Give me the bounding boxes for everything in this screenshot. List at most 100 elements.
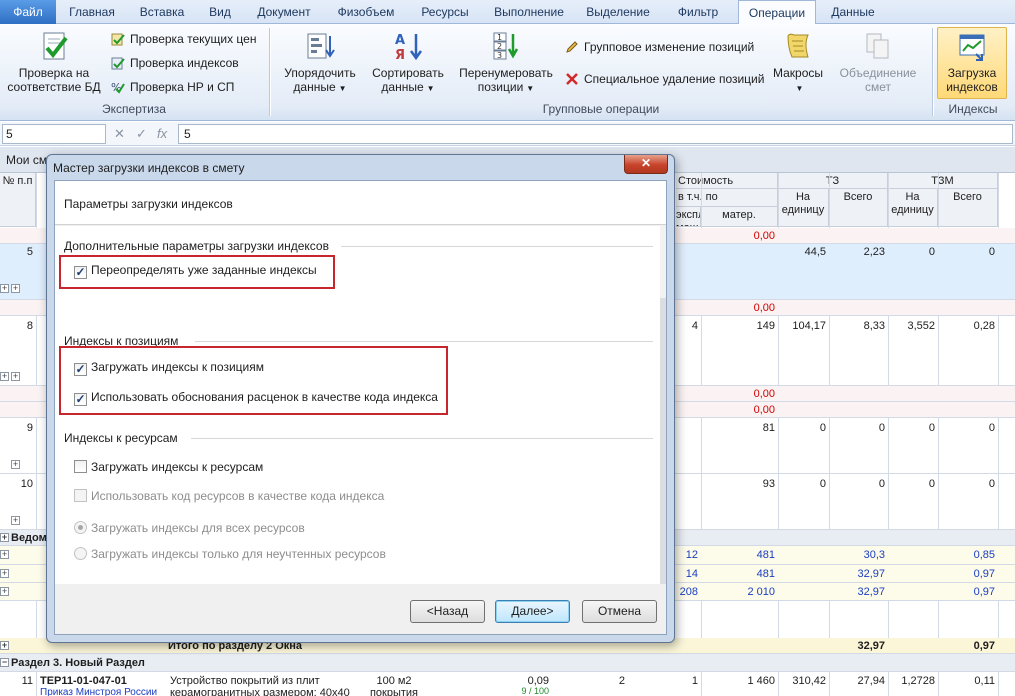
- expand-icon[interactable]: +: [0, 533, 9, 542]
- cell-t3-total: 32,97: [857, 640, 885, 652]
- back-button[interactable]: <Назад: [410, 600, 485, 623]
- radio-unaccounted-resources[interactable]: Загружать индексы только для неучтенных …: [74, 546, 386, 562]
- cell-t3m-unit: 1,2728: [901, 675, 935, 687]
- check-indexes-button[interactable]: Проверка индексов: [111, 54, 239, 72]
- cell-t3-total: 0: [878, 422, 885, 434]
- dropdown-arrow-icon: ▼: [426, 84, 435, 93]
- expand-icon[interactable]: +: [0, 569, 9, 578]
- cancel-icon[interactable]: ✕: [114, 126, 125, 142]
- vertical-scrollbar[interactable]: [660, 226, 666, 584]
- cancel-button[interactable]: Отмена: [582, 600, 657, 623]
- check-db-button[interactable]: Проверка на соответствие БД: [6, 30, 102, 94]
- dropdown-arrow-icon: ▼: [338, 84, 347, 93]
- tab-view[interactable]: Вид: [198, 0, 242, 24]
- col-header-mach: эксплуатации маш.: [676, 207, 701, 227]
- cell-t3-unit: 44,5: [804, 246, 826, 258]
- group-change-label: Групповое изменение позиций: [584, 40, 755, 54]
- table-row[interactable]: − Раздел 3. Новый Раздел: [0, 654, 1015, 672]
- expand-icon[interactable]: +: [11, 372, 20, 381]
- cell-mat: 0,00: [753, 404, 775, 416]
- group-divider: [341, 246, 653, 247]
- tab-data[interactable]: Данные: [820, 0, 886, 24]
- cell-t3m-total: 0,85: [973, 549, 995, 561]
- check-prices-button[interactable]: Проверка текущих цен: [111, 30, 256, 48]
- next-button[interactable]: Далее>: [495, 600, 570, 623]
- group-divider: [191, 438, 653, 439]
- tab-selection[interactable]: Выделение: [578, 0, 658, 24]
- expand-icon[interactable]: +: [11, 460, 20, 469]
- group-change-button[interactable]: Групповое изменение позиций: [565, 38, 754, 56]
- expand-icon[interactable]: +: [11, 284, 20, 293]
- group-label-expertise: Экспертиза: [102, 102, 166, 116]
- cell-code: ТЕР11-01-047-01: [40, 675, 127, 687]
- cell-source: Приказ Минстроя России: [40, 687, 158, 696]
- expand-icon[interactable]: +: [0, 587, 9, 596]
- expand-icon[interactable]: +: [0, 641, 9, 650]
- tab-document[interactable]: Документ: [246, 0, 322, 24]
- cell-t3-total: 0: [878, 478, 885, 490]
- checkbox-disabled-icon: [74, 489, 87, 502]
- macros-button[interactable]: Макросы ▼: [762, 30, 834, 96]
- use-resource-code-checkbox[interactable]: Использовать код ресурсов в качестве код…: [74, 488, 384, 504]
- tab-physvolume[interactable]: Физобъем: [326, 0, 406, 24]
- cell-t3m-total: 0: [988, 246, 995, 258]
- function-icon[interactable]: fx: [157, 126, 167, 141]
- cell-t3m-unit: 0: [928, 246, 935, 258]
- cell-mach: 12: [685, 549, 698, 561]
- sort-data-button[interactable]: А Я Сортировать данные ▼: [366, 30, 450, 96]
- cell-mat: 1 460: [747, 675, 775, 687]
- tab-file[interactable]: Файл: [0, 0, 56, 24]
- cell-t3m-unit: 3,552: [907, 320, 935, 332]
- expand-icon[interactable]: +: [0, 550, 9, 559]
- tab-resources[interactable]: Ресурсы: [410, 0, 480, 24]
- cell-t3-total: 27,94: [857, 675, 885, 687]
- cell-t3m-total: 0: [988, 478, 995, 490]
- cell-num: 9: [26, 422, 33, 434]
- cell-mat: 0,00: [753, 230, 775, 242]
- check-document-icon: [43, 32, 68, 60]
- scroll-icon: [787, 33, 809, 58]
- load-indexes-button[interactable]: Загрузка индексов: [939, 30, 1005, 94]
- expand-icon[interactable]: +: [11, 516, 20, 525]
- percent-check-icon: %: [111, 81, 125, 94]
- tab-execution[interactable]: Выполнение: [484, 0, 574, 24]
- dialog-title: Мастер загрузки индексов в смету: [53, 161, 245, 175]
- formula-input[interactable]: 5: [178, 124, 1013, 144]
- ribbon-tabs: Файл Главная Вставка Вид Документ Физобъ…: [0, 0, 1015, 25]
- expand-icon[interactable]: +: [0, 372, 9, 381]
- tab-operations[interactable]: Операции: [738, 0, 816, 25]
- tab-insert[interactable]: Вставка: [130, 0, 194, 24]
- cell-mat: 81: [762, 422, 775, 434]
- confirm-icon[interactable]: ✓: [136, 126, 147, 142]
- highlight-frame: [59, 346, 448, 415]
- cell-t3m-unit: 0: [928, 478, 935, 490]
- radio-all-resources[interactable]: Загружать индексы для всех ресурсов: [74, 520, 305, 536]
- renumber-button[interactable]: 1 2 3 Перенумеровать позиции ▼: [456, 30, 556, 96]
- table-row[interactable]: 11 ТЕР11-01-047-01 Приказ Минстроя Росси…: [0, 672, 1015, 696]
- renumber-label: Перенумеровать позиции: [459, 66, 553, 94]
- cell-t3-unit: 0: [819, 422, 826, 434]
- col-header-t3m-total: Всего: [938, 189, 998, 227]
- special-delete-button[interactable]: Специальное удаление позиций: [565, 70, 764, 88]
- cell-t3-total: 30,3: [863, 549, 885, 561]
- order-data-button[interactable]: Упорядочить данные ▼: [280, 30, 360, 96]
- load-resource-indexes-checkbox[interactable]: Загружать индексы к ресурсам: [74, 459, 263, 475]
- collapse-icon[interactable]: −: [0, 658, 9, 667]
- merge-estimates-button[interactable]: Объединение смет: [838, 30, 918, 94]
- dropdown-arrow-icon: ▼: [795, 84, 804, 93]
- load-resource-indexes-label: Загружать индексы к ресурсам: [91, 460, 264, 474]
- special-delete-label: Специальное удаление позиций: [584, 72, 765, 86]
- tab-filter[interactable]: Фильтр: [662, 0, 734, 24]
- cell-t3-unit: 0: [819, 478, 826, 490]
- dropdown-arrow-icon: ▼: [526, 84, 535, 93]
- check-nr-sp-button[interactable]: % Проверка НР и СП: [111, 78, 234, 96]
- expand-icon[interactable]: +: [0, 284, 9, 293]
- formula-bar: 5 ✕ ✓ fx 5: [0, 122, 1015, 146]
- scrollbar-thumb[interactable]: [660, 298, 666, 584]
- cell-mach: 14: [685, 568, 698, 580]
- cell-t3-total: 32,97: [857, 586, 885, 598]
- ribbon: Проверка на соответствие БД Проверка тек…: [0, 24, 1015, 121]
- name-box[interactable]: 5: [2, 124, 106, 144]
- tab-home[interactable]: Главная: [58, 0, 126, 24]
- close-icon[interactable]: ✕: [624, 155, 668, 174]
